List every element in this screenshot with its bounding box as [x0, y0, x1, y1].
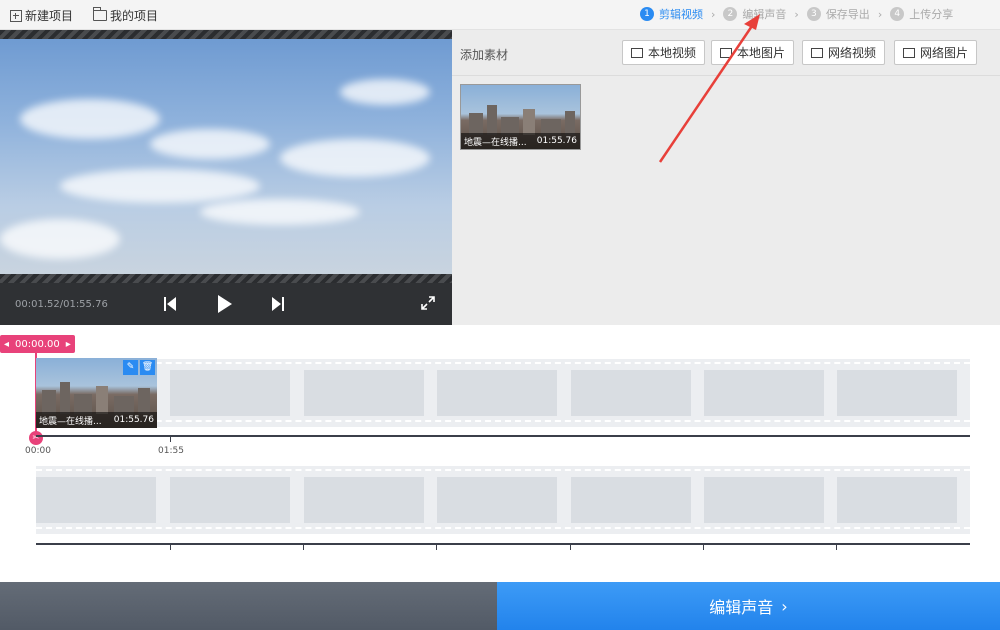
asset-name: 地震—在线播... — [464, 137, 527, 148]
clip-name: 地震—在线播... — [39, 416, 102, 427]
caret-left-icon[interactable]: ◂ — [4, 339, 9, 350]
step-upload-share[interactable]: 4 上传分享 — [890, 6, 953, 22]
track-frame — [36, 477, 156, 523]
audio-track[interactable] — [36, 466, 970, 534]
chevron-right-icon: › — [711, 7, 716, 21]
playhead-time: 00:00.00 — [15, 338, 60, 350]
fullscreen-icon[interactable] — [421, 296, 435, 313]
caret-right-icon[interactable]: ▸ — [66, 339, 71, 350]
chevron-right-icon: › — [781, 596, 788, 616]
track-frame — [704, 370, 824, 416]
asset-panel-header: 添加素材 本地视频 本地图片 网络视频 网络图片 — [452, 30, 1000, 76]
track-divider — [36, 543, 970, 545]
my-projects-button[interactable]: 我的项目 — [93, 7, 158, 24]
play-icon[interactable] — [218, 295, 232, 316]
step-edit-video[interactable]: 1 剪辑视频 — [640, 6, 703, 22]
online-image-icon — [903, 47, 915, 58]
ruler-label: 00:00 — [25, 446, 51, 456]
local-video-button[interactable]: 本地视频 — [622, 40, 706, 65]
chevron-right-icon: › — [877, 7, 883, 21]
player-top-border — [0, 30, 452, 39]
track-frame — [170, 370, 290, 416]
ruler-tick — [170, 437, 171, 442]
asset-caption: 地震—在线播... 01:55.76 — [461, 133, 580, 149]
new-project-label: 新建项目 — [25, 9, 74, 23]
track-frame — [571, 370, 691, 416]
new-project-button[interactable]: 新建项目 — [10, 7, 73, 24]
player-controls: 00:01.52/01:55.76 — [0, 283, 452, 325]
local-image-button[interactable]: 本地图片 — [711, 40, 795, 65]
track-frame — [437, 370, 557, 416]
plus-icon — [10, 9, 22, 22]
next-step-label: 编辑声音 — [709, 598, 774, 617]
step-number: 2 — [723, 7, 738, 21]
step-number: 4 — [890, 7, 905, 21]
timeline-clip[interactable]: ✎ 🗑 地震—在线播... 01:55.76 — [36, 358, 157, 428]
chevron-right-icon: › — [794, 7, 799, 21]
my-projects-label: 我的项目 — [110, 9, 159, 23]
video-track[interactable] — [36, 359, 970, 427]
track-frame — [170, 477, 290, 523]
step-label: 保存导出 — [825, 8, 870, 21]
time-ruler — [36, 435, 970, 437]
step-save-export[interactable]: 3 保存导出 — [806, 6, 870, 22]
scissors-icon[interactable]: ✂ — [29, 431, 43, 445]
step-label: 编辑声音 — [742, 8, 787, 21]
track-frame — [437, 477, 557, 523]
footer-bar: 编辑声音 › — [0, 582, 1000, 630]
ruler-label: 01:55 — [158, 446, 184, 456]
track-frame — [304, 477, 424, 523]
playback-time: 00:01.52/01:55.76 — [15, 299, 108, 310]
ruler-tick — [436, 545, 437, 550]
clip-tools: ✎ 🗑 — [123, 360, 155, 375]
track-frame — [837, 477, 957, 523]
button-label: 本地图片 — [737, 46, 786, 60]
trash-icon[interactable]: 🗑 — [140, 360, 155, 375]
step-number: 1 — [640, 7, 654, 21]
ruler-tick — [703, 545, 704, 550]
asset-panel-title: 添加素材 — [460, 48, 509, 62]
clip-duration: 01:55.76 — [113, 415, 154, 425]
next-step-button[interactable]: 编辑声音 › — [497, 582, 1000, 630]
video-add-icon — [631, 47, 643, 58]
pencil-icon[interactable]: ✎ — [123, 360, 138, 375]
skip-forward-icon[interactable] — [272, 297, 284, 314]
ruler-tick — [836, 545, 837, 550]
asset-thumbnail[interactable]: 地震—在线播... 01:55.76 — [460, 84, 581, 150]
footer-left — [0, 582, 497, 630]
timeline: ◂ 00:00.00 ▸ ✎ 🗑 地震—在线播... 01:55.76 ✂ 00… — [0, 325, 1000, 582]
step-label: 剪辑视频 — [659, 8, 703, 21]
folder-icon — [93, 7, 108, 21]
asset-duration: 01:55.76 — [536, 136, 577, 146]
step-number: 3 — [806, 7, 821, 21]
image-add-icon — [720, 47, 732, 58]
ruler-tick — [170, 545, 171, 550]
button-label: 网络视频 — [828, 46, 877, 60]
ruler-tick — [570, 545, 571, 550]
online-image-button[interactable]: 网络图片 — [894, 40, 978, 65]
track-frame — [837, 370, 957, 416]
player-bottom-border — [0, 274, 452, 283]
button-label: 本地视频 — [648, 46, 697, 60]
ruler-tick — [303, 545, 304, 550]
button-label: 网络图片 — [920, 46, 969, 60]
step-label: 上传分享 — [909, 8, 954, 21]
online-video-icon — [811, 47, 823, 58]
track-frame — [571, 477, 691, 523]
track-frame — [704, 477, 824, 523]
asset-panel: 添加素材 本地视频 本地图片 网络视频 网络图片 地震—在线播... 01:55… — [452, 30, 1000, 325]
step-edit-audio[interactable]: 2 编辑声音 — [723, 6, 786, 22]
playhead-marker[interactable]: ◂ 00:00.00 ▸ — [0, 335, 75, 353]
online-video-button[interactable]: 网络视频 — [802, 40, 886, 65]
track-frame — [304, 370, 424, 416]
video-preview[interactable] — [0, 39, 452, 276]
clip-caption: 地震—在线播... 01:55.76 — [36, 412, 157, 428]
top-toolbar: 新建项目 我的项目 1 剪辑视频 › 2 编辑声音 › 3 保存导出 › 4 上… — [0, 0, 1000, 30]
skip-back-icon[interactable] — [164, 297, 176, 314]
video-player: 00:01.52/01:55.76 — [0, 30, 452, 325]
step-navigation: 1 剪辑视频 › 2 编辑声音 › 3 保存导出 › 4 上传分享 — [640, 6, 953, 22]
